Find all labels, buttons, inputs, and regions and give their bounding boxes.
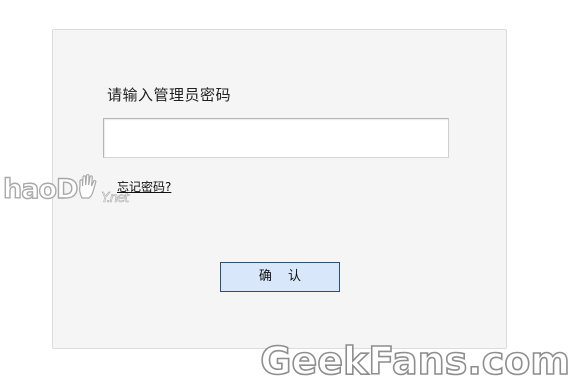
confirm-button[interactable]: 确 认 bbox=[220, 262, 340, 292]
password-prompt-label: 请输入管理员密码 bbox=[107, 86, 232, 104]
haody-watermark-text: haoD bbox=[2, 173, 79, 205]
haody-watermark: haoD Y.net bbox=[2, 173, 129, 206]
page: 请输入管理员密码 haoD Y.net 忘记密码? 确 认 GeekFans.co… bbox=[0, 0, 578, 387]
hand-icon bbox=[77, 174, 101, 200]
forgot-password-link[interactable]: 忘记密码? bbox=[117, 178, 171, 195]
admin-password-input[interactable] bbox=[103, 118, 449, 158]
geekfans-watermark: GeekFans.com bbox=[259, 338, 570, 384]
